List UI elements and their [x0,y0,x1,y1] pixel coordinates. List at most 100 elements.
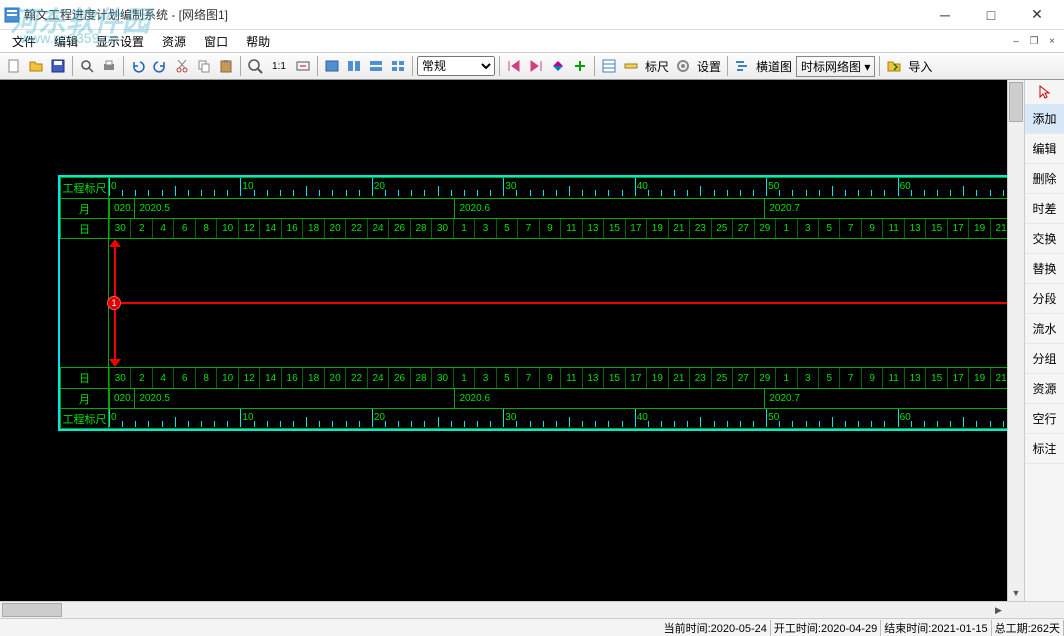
eng-ruler-label-bottom: 工程标尺 [61,409,109,428]
menu-bar: 文件 编辑 显示设置 资源 窗口 帮助 – ❐ × [0,30,1064,52]
grid2-button[interactable] [344,56,364,76]
zoom-11-button[interactable]: 1:1 [267,56,291,76]
day-cell: 2 [130,219,151,238]
nav-up-button[interactable] [548,56,568,76]
eng-ruler-bottom: 010203040506070 [109,409,1007,427]
day-cell: 1 [453,219,474,238]
day-cell: 19 [968,219,989,238]
tool-资源[interactable]: 资源 [1025,374,1064,404]
day-cell: 1 [775,368,796,388]
import-label[interactable]: 导入 [906,58,934,75]
tool-标注[interactable]: 标注 [1025,434,1064,464]
day-cell: 15 [925,219,946,238]
day-cell: 9 [539,368,560,388]
settings-icon[interactable] [673,56,693,76]
tool-添加[interactable]: 添加 [1025,104,1064,134]
save-button[interactable] [48,56,68,76]
day-cell: 10 [216,368,237,388]
grid1-button[interactable] [322,56,342,76]
mdi-minimize-button[interactable]: – [1008,34,1024,48]
status-start-time: 开工时间:2020-04-29 [771,620,881,636]
mdi-restore-button[interactable]: ❐ [1026,34,1042,48]
menu-edit[interactable]: 编辑 [46,31,86,52]
tool-分组[interactable]: 分组 [1025,344,1064,374]
hscroll-thumb[interactable] [2,603,62,617]
vscroll-thumb[interactable] [1009,82,1023,122]
tool-替换[interactable]: 替换 [1025,254,1064,284]
ruler-icon[interactable] [621,56,641,76]
undo-button[interactable] [128,56,148,76]
print-button[interactable] [99,56,119,76]
minimize-button[interactable]: ─ [922,0,968,29]
eng-ruler-label: 工程标尺 [61,178,109,198]
tool-时差[interactable]: 时差 [1025,194,1064,224]
network-dropdown[interactable]: 时标网络图 ▾ [796,56,875,77]
tool-交换[interactable]: 交换 [1025,224,1064,254]
day-cell: 6 [173,219,194,238]
nav-last-button[interactable] [526,56,546,76]
tool-流水[interactable]: 流水 [1025,314,1064,344]
day-cell: 15 [603,219,624,238]
paste-button[interactable] [216,56,236,76]
day-cell: 9 [861,219,882,238]
menu-window[interactable]: 窗口 [196,31,236,52]
day-cell: 13 [582,368,603,388]
copy-button[interactable] [194,56,214,76]
canvas[interactable]: 工程标尺 010203040506070 月 020.2020.52020.62… [0,80,1007,601]
day-cell: 23 [689,368,710,388]
open-button[interactable] [26,56,46,76]
zoom-fit-button[interactable] [293,56,313,76]
day-cell: 30 [431,219,452,238]
grid4-button[interactable] [388,56,408,76]
task-bar-1[interactable] [121,302,1007,304]
nav-down-button[interactable] [570,56,590,76]
day-cell: 30 [109,219,130,238]
day-cell: 29 [754,219,775,238]
vertical-scrollbar[interactable]: ▲ ▼ [1007,80,1024,601]
task-node-1[interactable]: 1 [107,296,121,310]
scroll-down-icon[interactable]: ▼ [1008,584,1024,601]
redo-button[interactable] [150,56,170,76]
day-cell: 13 [904,219,925,238]
gantt-icon[interactable] [732,56,752,76]
tool-编辑[interactable]: 编辑 [1025,134,1064,164]
day-cell: 17 [625,219,646,238]
new-button[interactable] [4,56,24,76]
day-cell: 18 [302,219,323,238]
day-cell: 25 [711,368,732,388]
gantt-label[interactable]: 横道图 [754,58,794,75]
status-current-time: 当前时间:2020-05-24 [661,620,771,636]
day-row-top: 3024681012141618202224262830135791113151… [109,219,1007,238]
day-cell: 14 [259,368,280,388]
scroll-right-icon[interactable]: ▶ [990,602,1007,618]
day-cell: 5 [818,219,839,238]
zoom-button[interactable] [245,56,265,76]
day-cell: 17 [947,368,968,388]
day-cell: 22 [345,368,366,388]
preview-button[interactable] [77,56,97,76]
cursor-tool[interactable] [1025,80,1064,104]
menu-help[interactable]: 帮助 [238,31,278,52]
close-button[interactable]: ✕ [1014,0,1060,29]
window-title: 翰文工程进度计划编制系统 - [网络图1] [24,6,922,23]
grid3-button[interactable] [366,56,386,76]
props-button[interactable] [599,56,619,76]
tool-删除[interactable]: 删除 [1025,164,1064,194]
chart-area[interactable]: 1 [108,239,1007,367]
import-icon[interactable] [884,56,904,76]
maximize-button[interactable]: □ [968,0,1014,29]
menu-resource[interactable]: 资源 [154,31,194,52]
tool-分段[interactable]: 分段 [1025,284,1064,314]
month-segment: 2020.6 [454,389,764,408]
nav-first-button[interactable] [504,56,524,76]
tool-空行[interactable]: 空行 [1025,404,1064,434]
eng-ruler-top: 010203040506070 [109,178,1007,196]
menu-display[interactable]: 显示设置 [88,31,152,52]
horizontal-scrollbar[interactable]: ◀ ▶ [0,601,1007,618]
menu-file[interactable]: 文件 [4,31,44,52]
mdi-close-button[interactable]: × [1044,34,1060,48]
day-cell: 9 [539,219,560,238]
day-cell: 22 [345,219,366,238]
cut-button[interactable] [172,56,192,76]
style-select[interactable]: 常规 [417,56,495,76]
